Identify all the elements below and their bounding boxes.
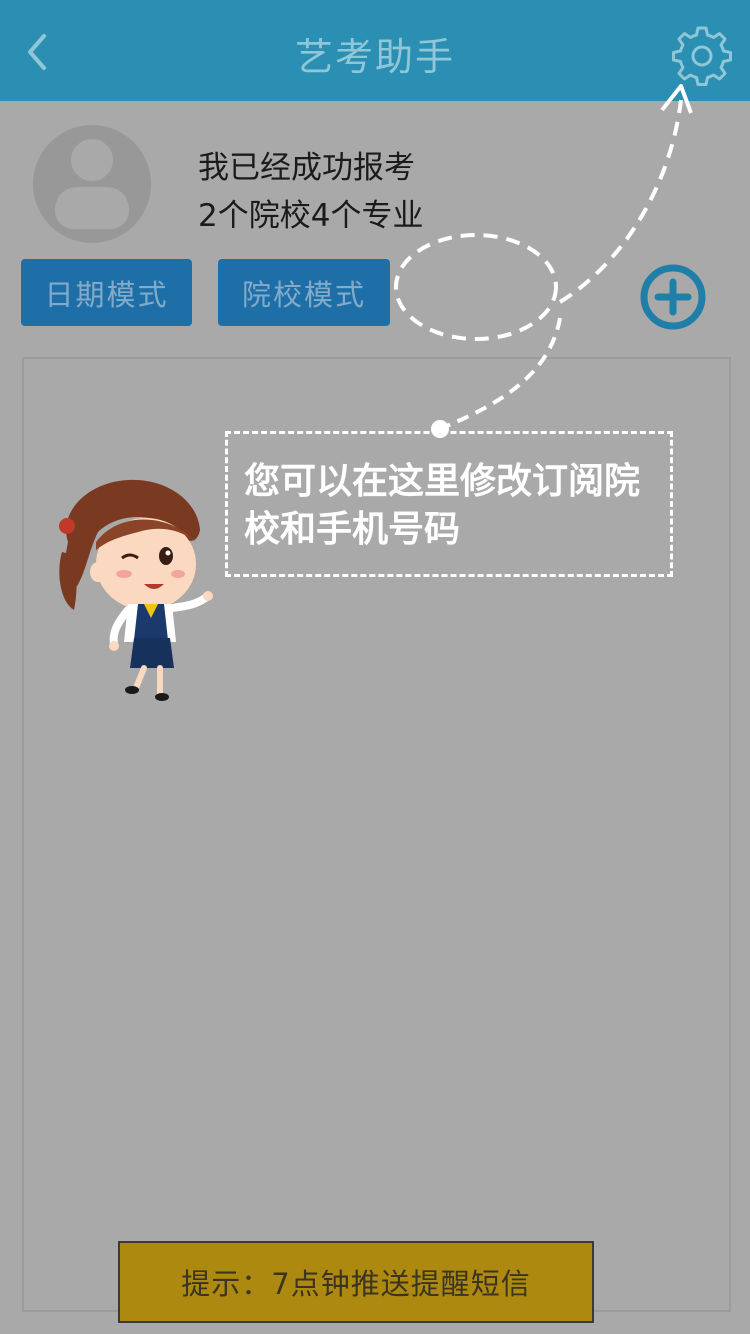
arrow-head [660,84,693,114]
arrow-to-settings [558,99,683,304]
tip-text: 您可以在这里修改订阅院校和手机号码 [244,461,641,550]
mascot-girl-icon [59,479,213,701]
highlight-ellipse [394,233,558,341]
push-hint-banner: 提示：7点钟推送提醒短信 [118,1241,594,1323]
